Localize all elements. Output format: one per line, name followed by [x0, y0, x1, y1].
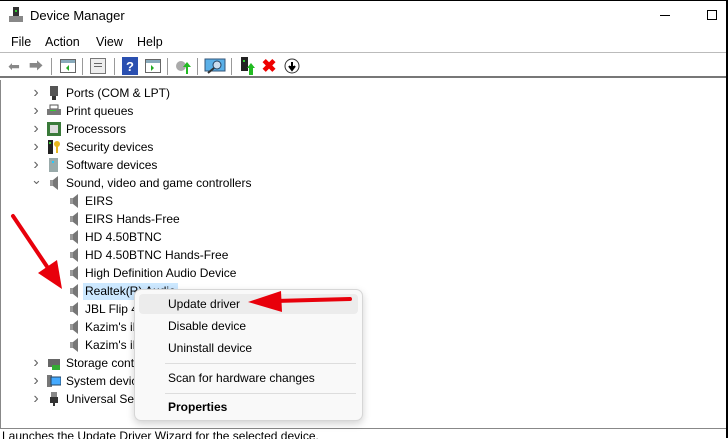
- toolbar: ⬅ ⮕ ? ✖: [0, 54, 726, 78]
- tree-item-label: Software devices: [66, 157, 158, 172]
- speaker-icon: [70, 248, 78, 262]
- processor-icon: [47, 122, 61, 136]
- speaker-icon: [70, 338, 78, 352]
- printer-icon: [47, 104, 61, 115]
- speaker-icon: [50, 176, 58, 190]
- disable-device-icon[interactable]: [283, 57, 301, 75]
- tree-item-label: HD 4.50BTNC Hands-Free: [85, 247, 229, 262]
- tree-item-label: JBL Flip 4: [85, 301, 138, 316]
- help-icon[interactable]: ?: [121, 57, 139, 75]
- speaker-icon: [70, 230, 78, 244]
- tree-item-label: Ports (COM & LPT): [66, 85, 171, 100]
- tree-item-label: EIRS Hands-Free: [85, 211, 180, 226]
- menu-file[interactable]: File: [11, 35, 31, 49]
- menu-item-disable-device[interactable]: Disable device: [139, 316, 358, 336]
- maximize-button[interactable]: [707, 10, 717, 20]
- forward-icon[interactable]: ⮕: [27, 57, 45, 75]
- software-device-icon: [49, 158, 58, 172]
- menu-separator: [165, 393, 356, 394]
- device-tree: › Ports (COM & LPT) › Print queues › Processo…: [0, 80, 726, 428]
- speaker-icon: [70, 266, 78, 280]
- tree-item-label: HD 4.50BTNC: [85, 229, 162, 244]
- chevron-right-icon[interactable]: ›: [31, 102, 41, 120]
- chevron-right-icon[interactable]: ›: [31, 390, 41, 408]
- device-manager-window: Device Manager File Action View Help ⬅ ⮕…: [0, 0, 728, 439]
- show-action-pane-icon[interactable]: [144, 57, 162, 75]
- minimize-button[interactable]: [660, 15, 670, 16]
- category-item[interactable]: › Print queues: [1, 102, 401, 120]
- storage-icon: [48, 359, 60, 370]
- device-item[interactable]: HD 4.50BTNC Hands-Free: [1, 246, 401, 264]
- window-title: Device Manager: [30, 8, 125, 23]
- chevron-right-icon[interactable]: ›: [31, 120, 41, 138]
- usb-icon: [50, 392, 58, 406]
- tree-item-label: Sound, video and game controllers: [66, 175, 252, 190]
- menu-separator: [165, 363, 356, 364]
- update-driver-icon[interactable]: [174, 57, 192, 75]
- security-icon: [48, 140, 60, 154]
- tree-item-label: Processors: [66, 121, 127, 136]
- menu-view[interactable]: View: [96, 35, 123, 49]
- speaker-icon: [70, 284, 78, 298]
- menu-action[interactable]: Action: [45, 35, 80, 49]
- speaker-icon: [70, 212, 78, 226]
- category-item[interactable]: › Software devices: [1, 156, 401, 174]
- device-manager-icon: [9, 7, 23, 22]
- properties-sheet-icon[interactable]: [89, 57, 107, 75]
- svg-text:?: ?: [126, 59, 134, 74]
- context-menu: Update driver Disable device Uninstall d…: [134, 289, 363, 421]
- scan-hardware-icon[interactable]: [204, 57, 226, 75]
- speaker-icon: [70, 194, 78, 208]
- speaker-icon: [70, 302, 78, 316]
- speaker-icon: [70, 320, 78, 334]
- chevron-right-icon[interactable]: ›: [31, 372, 41, 390]
- tree-item-label: High Definition Audio Device: [85, 265, 237, 280]
- chevron-down-icon[interactable]: ⌄: [31, 172, 42, 188]
- system-icon: [47, 375, 61, 387]
- uninstall-device-icon[interactable]: ✖: [260, 56, 278, 76]
- menu-item-scan-hardware[interactable]: Scan for hardware changes: [139, 368, 358, 388]
- menu-item-update-driver[interactable]: Update driver: [139, 294, 358, 314]
- device-item[interactable]: EIRS Hands-Free: [1, 210, 401, 228]
- enable-device-icon[interactable]: [238, 57, 256, 75]
- menu-help[interactable]: Help: [137, 35, 163, 49]
- show-hide-console-tree-icon[interactable]: [59, 57, 77, 75]
- category-item[interactable]: › Processors: [1, 120, 401, 138]
- title-bar: Device Manager: [0, 1, 726, 31]
- menu-bar: File Action View Help: [0, 31, 726, 53]
- category-item[interactable]: › Security devices: [1, 138, 401, 156]
- tree-item-label: Print queues: [66, 103, 134, 118]
- port-icon: [50, 86, 58, 100]
- chevron-right-icon[interactable]: ›: [31, 84, 41, 102]
- category-item[interactable]: ⌄ Sound, video and game controllers: [1, 172, 401, 192]
- tree-item-label: EIRS: [85, 193, 114, 208]
- back-icon[interactable]: ⬅: [5, 57, 23, 75]
- menu-item-properties[interactable]: Properties: [139, 397, 358, 417]
- device-item[interactable]: HD 4.50BTNC: [1, 228, 401, 246]
- status-bar: Launches the Update Driver Wizard for th…: [0, 428, 726, 439]
- category-item[interactable]: › Ports (COM & LPT): [1, 84, 401, 102]
- chevron-right-icon[interactable]: ›: [31, 138, 41, 156]
- menu-item-uninstall-device[interactable]: Uninstall device: [139, 338, 358, 358]
- device-item[interactable]: High Definition Audio Device: [1, 264, 401, 282]
- device-item[interactable]: EIRS: [1, 192, 401, 210]
- chevron-right-icon[interactable]: ›: [31, 354, 41, 372]
- tree-item-label: Security devices: [66, 139, 154, 154]
